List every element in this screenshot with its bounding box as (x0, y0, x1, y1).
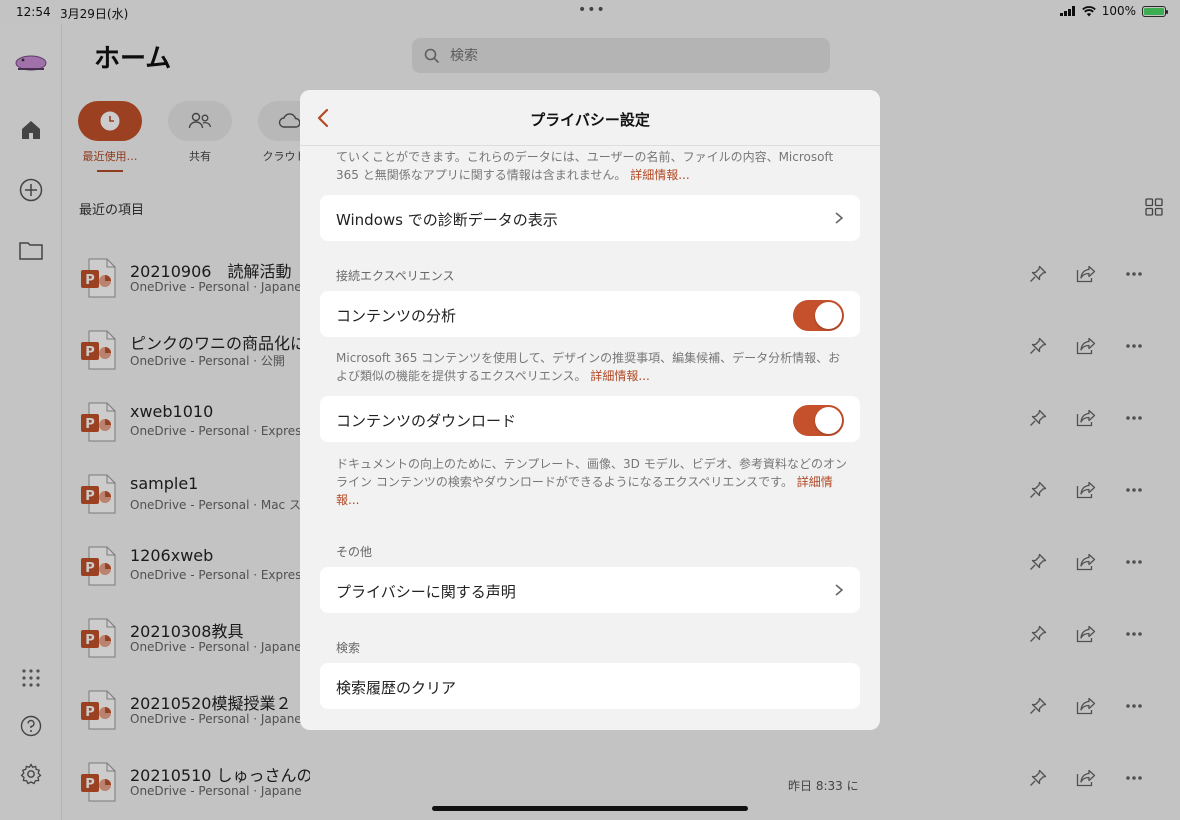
view-diagnostic-data-row[interactable]: Windows での診断データの表示 (320, 195, 860, 241)
dialog-header: プライバシー設定 (300, 90, 880, 146)
learn-more-link[interactable]: 詳細情報... (630, 168, 689, 182)
clear-search-history-row[interactable]: 検索履歴のクリア (320, 663, 860, 709)
learn-more-link[interactable]: 詳細情報... (590, 369, 649, 383)
download-content-toggle[interactable] (793, 405, 844, 436)
dialog-title: プライバシー設定 (530, 111, 650, 129)
analyze-content-description: Microsoft 365 コンテンツを使用して、デザインの推奨事項、編集候補、… (336, 351, 841, 383)
analyze-content-row: コンテンツの分析 (320, 291, 860, 337)
chevron-right-icon (835, 212, 844, 224)
download-content-description: ドキュメントの向上のために、テンプレート、画像、3D モデル、ビデオ、参考資料な… (336, 457, 848, 507)
search-section-label: 検索 (336, 641, 361, 655)
diagnostic-description: ていくことができます。これらのデータには、ユーザーの名前、ファイルの内容、Mic… (336, 150, 834, 182)
home-indicator[interactable] (432, 806, 748, 811)
other-section-label: その他 (336, 545, 373, 559)
privacy-settings-dialog: プライバシー設定 ていくことができます。これらのデータには、ユーザーの名前、ファ… (300, 90, 880, 730)
connected-experiences-label: 接続エクスペリエンス (336, 269, 455, 283)
privacy-statement-row[interactable]: プライバシーに関する声明 (320, 567, 860, 613)
chevron-right-icon (835, 584, 844, 596)
analyze-content-toggle[interactable] (793, 300, 844, 331)
download-content-row: コンテンツのダウンロード (320, 396, 860, 442)
